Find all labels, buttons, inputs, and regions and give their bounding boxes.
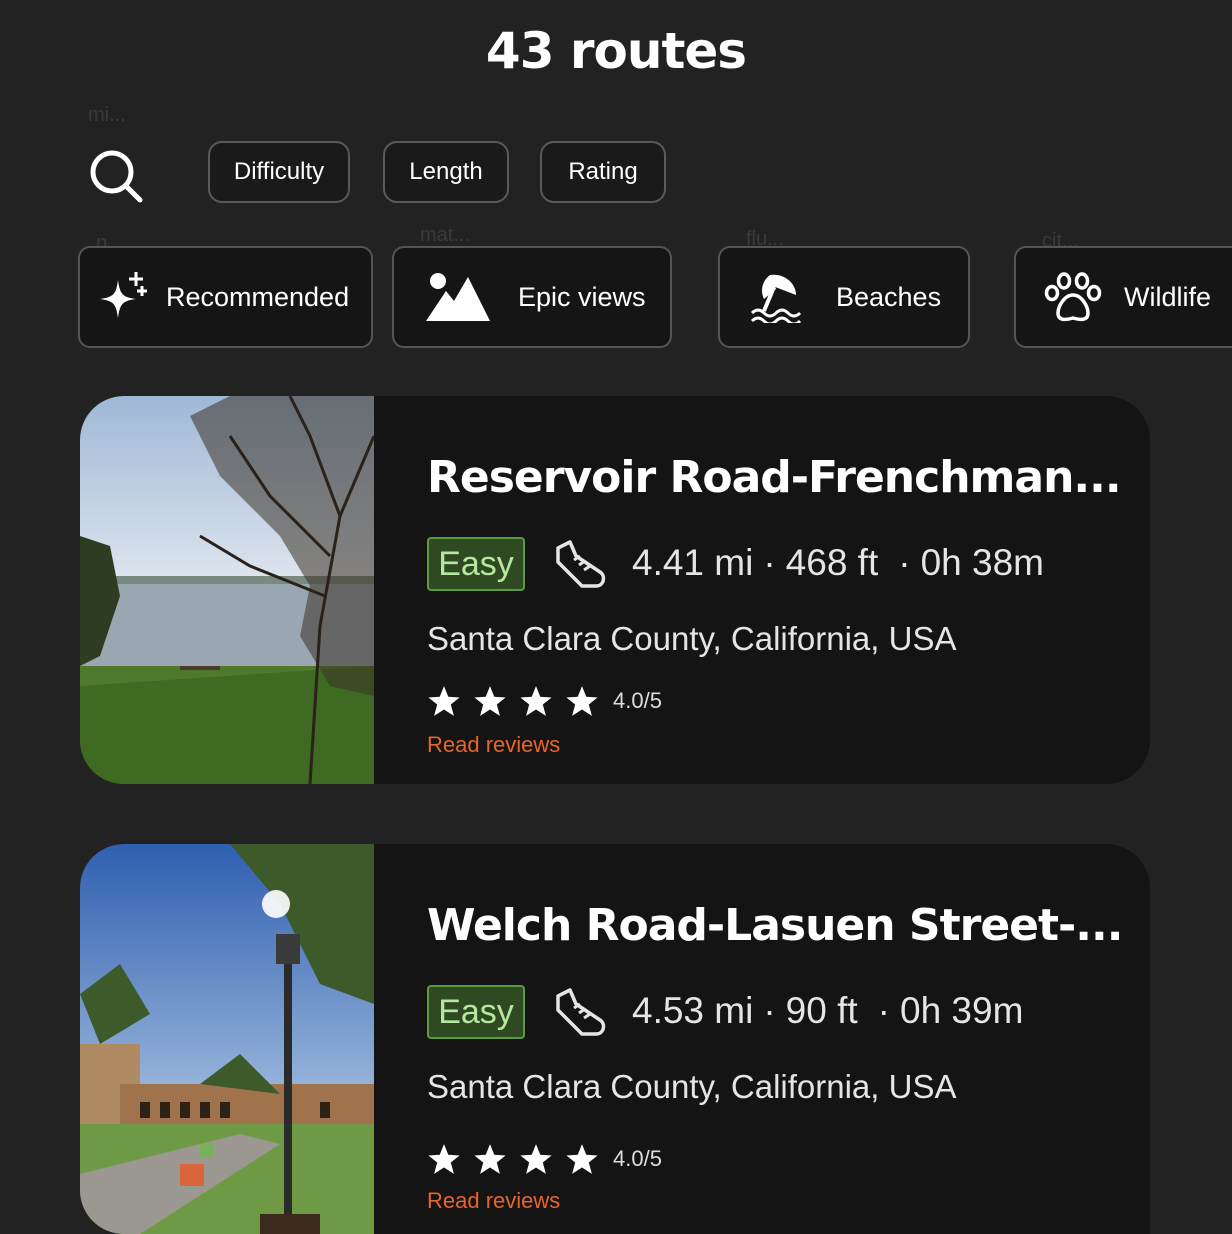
route-distance: 4.41 mi	[632, 542, 754, 583]
filter-label: Length	[409, 158, 483, 185]
category-wildlife[interactable]: Wildlife	[1014, 246, 1232, 348]
category-label: Epic views	[518, 281, 646, 312]
filter-rating-button[interactable]: Rating	[540, 141, 666, 203]
page-title: 43 routes	[485, 22, 747, 80]
read-reviews-link[interactable]: Read reviews	[427, 1188, 560, 1214]
star-icon	[520, 686, 552, 716]
route-name[interactable]: Welch Road-Lasuen Street-...	[427, 900, 1127, 951]
filter-difficulty-button[interactable]: Difficulty	[208, 141, 350, 203]
category-beaches[interactable]: Beaches	[718, 246, 970, 348]
rating-value: 4.0/5	[613, 1146, 662, 1171]
search-icon[interactable]	[88, 148, 144, 204]
route-duration: 0h 38m	[920, 542, 1044, 583]
read-reviews-link[interactable]: Read reviews	[427, 732, 560, 758]
star-icon	[474, 686, 506, 716]
route-distance: 4.53 mi	[632, 990, 754, 1031]
star-icon	[520, 1144, 552, 1174]
category-label: Recommended	[166, 281, 350, 312]
rating-stars: 4.0/5	[427, 684, 662, 718]
star-icon	[428, 1144, 460, 1174]
difficulty-badge: Easy	[427, 985, 525, 1039]
category-label: Beaches	[836, 281, 942, 312]
route-photo-courtyard	[80, 844, 374, 1234]
shoe-icon	[556, 988, 606, 1036]
star-icon	[566, 686, 598, 716]
route-card[interactable]: Reservoir Road-Frenchman... Easy 4.41 mi…	[80, 396, 1150, 784]
route-elevation: 468 ft	[785, 542, 879, 583]
route-elevation: 90 ft	[785, 990, 858, 1031]
filter-label: Difficulty	[233, 158, 325, 185]
rating-stars: 4.0/5	[427, 1142, 662, 1176]
star-icon	[428, 686, 460, 716]
shoe-icon	[556, 540, 606, 588]
route-photo-lake	[80, 396, 374, 784]
route-location: Santa Clara County, California, USA	[427, 1068, 957, 1105]
ghost-text: mi...	[88, 104, 126, 126]
mountain-icon	[426, 273, 490, 321]
paw-icon	[1044, 272, 1102, 322]
beach-umbrella-icon	[750, 274, 802, 323]
rating-value: 4.0/5	[613, 688, 662, 713]
route-location: Santa Clara County, California, USA	[427, 620, 957, 657]
category-epic-views[interactable]: Epic views	[392, 246, 672, 348]
filter-length-button[interactable]: Length	[383, 141, 509, 203]
star-icon	[474, 1144, 506, 1174]
difficulty-badge: Easy	[427, 537, 525, 591]
star-icon	[566, 1144, 598, 1174]
route-stats: 4.53 mi · 90 ft · 0h 39m	[632, 990, 1024, 1031]
category-recommended[interactable]: Recommended	[78, 246, 373, 348]
category-label: Wildlife	[1124, 281, 1212, 312]
route-stats: 4.41 mi · 468 ft · 0h 38m	[632, 542, 1044, 583]
route-name[interactable]: Reservoir Road-Frenchman...	[427, 452, 1127, 503]
route-duration: 0h 39m	[900, 990, 1024, 1031]
sparkle-icon	[100, 272, 147, 318]
filter-label: Rating	[568, 158, 638, 185]
ghost-text: mat...	[420, 224, 471, 246]
route-card[interactable]: Welch Road-Lasuen Street-... Easy 4.53 m…	[80, 844, 1150, 1234]
